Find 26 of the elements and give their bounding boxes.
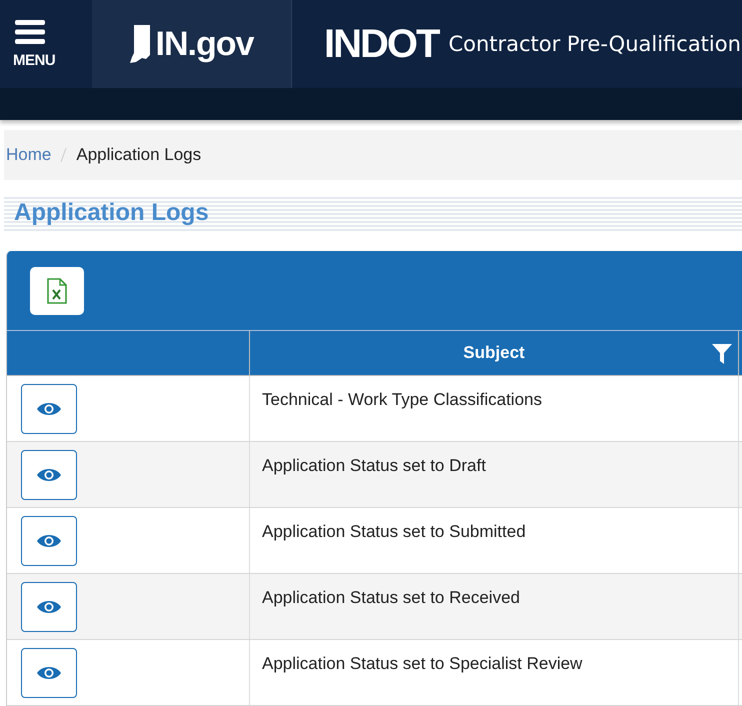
- view-button[interactable]: [21, 384, 77, 434]
- eye-icon: [37, 664, 61, 680]
- view-button[interactable]: [21, 450, 77, 500]
- app-title: Contractor Pre-Qualification: [448, 32, 741, 56]
- agency-name: INDOT: [324, 24, 440, 64]
- menu-icon: [15, 20, 45, 44]
- breadcrumb-current: Application Logs: [76, 145, 202, 165]
- view-button[interactable]: [21, 582, 77, 632]
- subject-cell: Application Status set to Draft: [262, 456, 486, 475]
- subject-cell: Application Status set to Submitted: [262, 522, 526, 541]
- page-title: Application Logs: [13, 199, 209, 227]
- logo-text: IN.gov: [156, 24, 254, 64]
- breadcrumb-link[interactable]: Home: [6, 145, 52, 165]
- export-excel-button[interactable]: [30, 266, 84, 314]
- view-button[interactable]: [21, 648, 77, 698]
- filter-icon[interactable]: [712, 344, 732, 364]
- subject-cell: Application Status set to Received: [262, 588, 520, 607]
- eye-icon: [37, 400, 61, 416]
- subject-cell: Technical - Work Type Classifications: [262, 390, 542, 409]
- eye-icon: [37, 532, 61, 548]
- view-button[interactable]: [21, 516, 77, 566]
- spreadsheet-file-icon: [47, 278, 67, 304]
- eye-icon: [37, 466, 61, 482]
- eye-icon: [37, 598, 61, 614]
- subject-cell: Application Status set to Specialist Review: [262, 654, 582, 673]
- state-outline-icon: [130, 25, 152, 63]
